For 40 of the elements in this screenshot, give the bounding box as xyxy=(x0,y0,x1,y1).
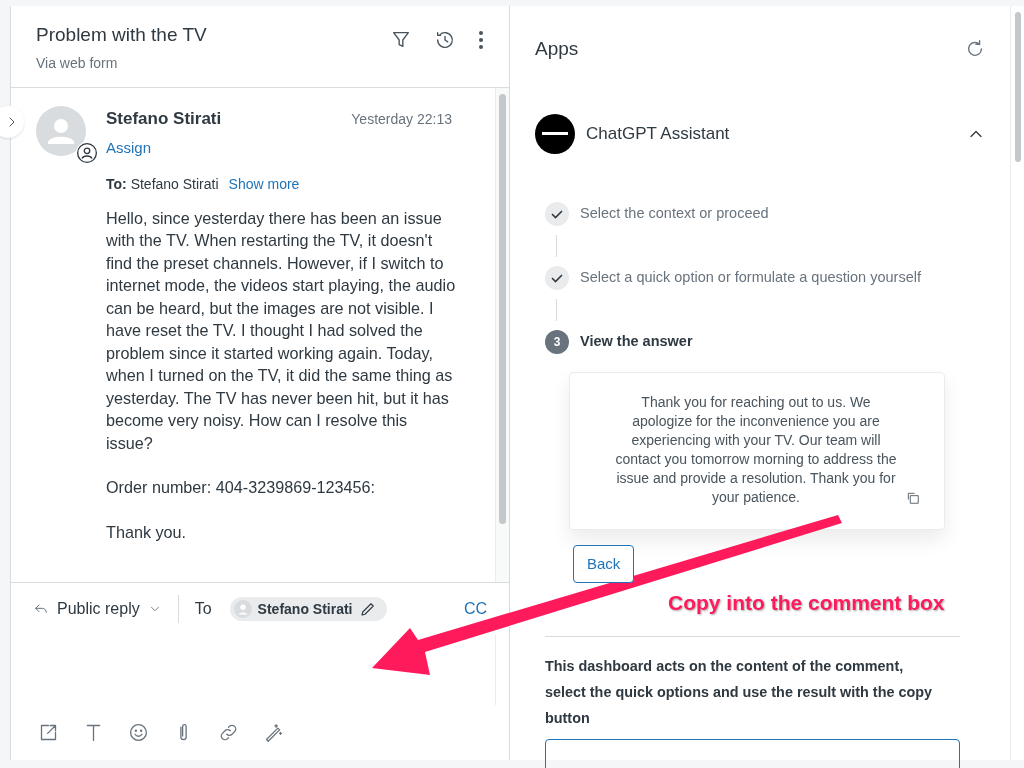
assign-link[interactable]: Assign xyxy=(106,137,152,160)
answer-text: Thank you for reaching out to us. We apologize for the inconvenience you are experiencing with your TV. Our team will contact you tomorrow morning to address the issue and provide a resolution. Thank you for your patience. xyxy=(614,393,898,507)
more-icon[interactable] xyxy=(478,30,484,50)
ticket-title: Problem with the TV xyxy=(36,23,208,47)
dashboard-description: This dashboard acts on the content of the comment, select the quick options and use the result with the copy button xyxy=(545,657,933,728)
ticket-channel: Via web form xyxy=(36,54,119,73)
reply-mode-button[interactable]: Public reply xyxy=(33,597,162,621)
message-paragraph: Order number: 404-3239869-123456: xyxy=(106,477,377,499)
step-label: Select the context or proceed xyxy=(580,204,769,224)
recipient-chip[interactable]: Stefano Stirati xyxy=(229,597,387,621)
app-logo-icon xyxy=(535,114,575,154)
app-name: ChatGPT Assistant xyxy=(586,123,730,146)
collapse-toggle[interactable] xyxy=(0,106,24,138)
to-label: To xyxy=(194,599,212,619)
apps-heading: Apps xyxy=(535,36,579,61)
step-number: 3 xyxy=(545,330,569,354)
avatar-icon xyxy=(36,105,86,156)
show-more-link[interactable]: Show more xyxy=(228,173,300,195)
step-label: Select a quick option or formulate a question yourself xyxy=(580,268,921,288)
link-icon[interactable] xyxy=(218,722,239,743)
user-badge-icon xyxy=(76,141,98,164)
avatar-icon xyxy=(233,600,252,618)
message-time: Yesterday 22:13 xyxy=(351,109,452,129)
annotation-text: Copy into the comment box xyxy=(668,590,945,616)
message-paragraph: Thank you. xyxy=(106,521,188,543)
message-paragraph: Hello, since yesterday there has been an issue with the TV. When restarting the TV, it doesn't find the preset channels. However, if I switch to internet mode, the videos start playing, the audio can be heard, but the images are not visible. I have reset the TV. I thought I had solved the problem since it started working again. Today, when I turned on the TV, it did the same thing as yesterday. The TV has never been hit, but it has become very noisy. How can I resolve this issue? xyxy=(106,207,457,454)
compose-icon[interactable] xyxy=(38,722,59,743)
magic-wand-icon[interactable] xyxy=(263,722,284,743)
outline-button[interactable] xyxy=(545,739,960,768)
sender-name: Stefano Stirati xyxy=(106,107,222,130)
history-icon[interactable] xyxy=(434,29,456,51)
pencil-icon xyxy=(358,600,377,618)
scrollbar[interactable] xyxy=(499,93,506,524)
recipient-line: To: Stefano Stirati xyxy=(106,174,219,194)
back-button[interactable]: Back xyxy=(573,545,635,583)
copy-icon[interactable] xyxy=(906,491,920,505)
step-label: View the answer xyxy=(580,332,693,352)
cc-link[interactable]: CC xyxy=(463,597,487,621)
emoji-icon[interactable] xyxy=(128,722,149,743)
scrollbar[interactable] xyxy=(1014,12,1021,162)
